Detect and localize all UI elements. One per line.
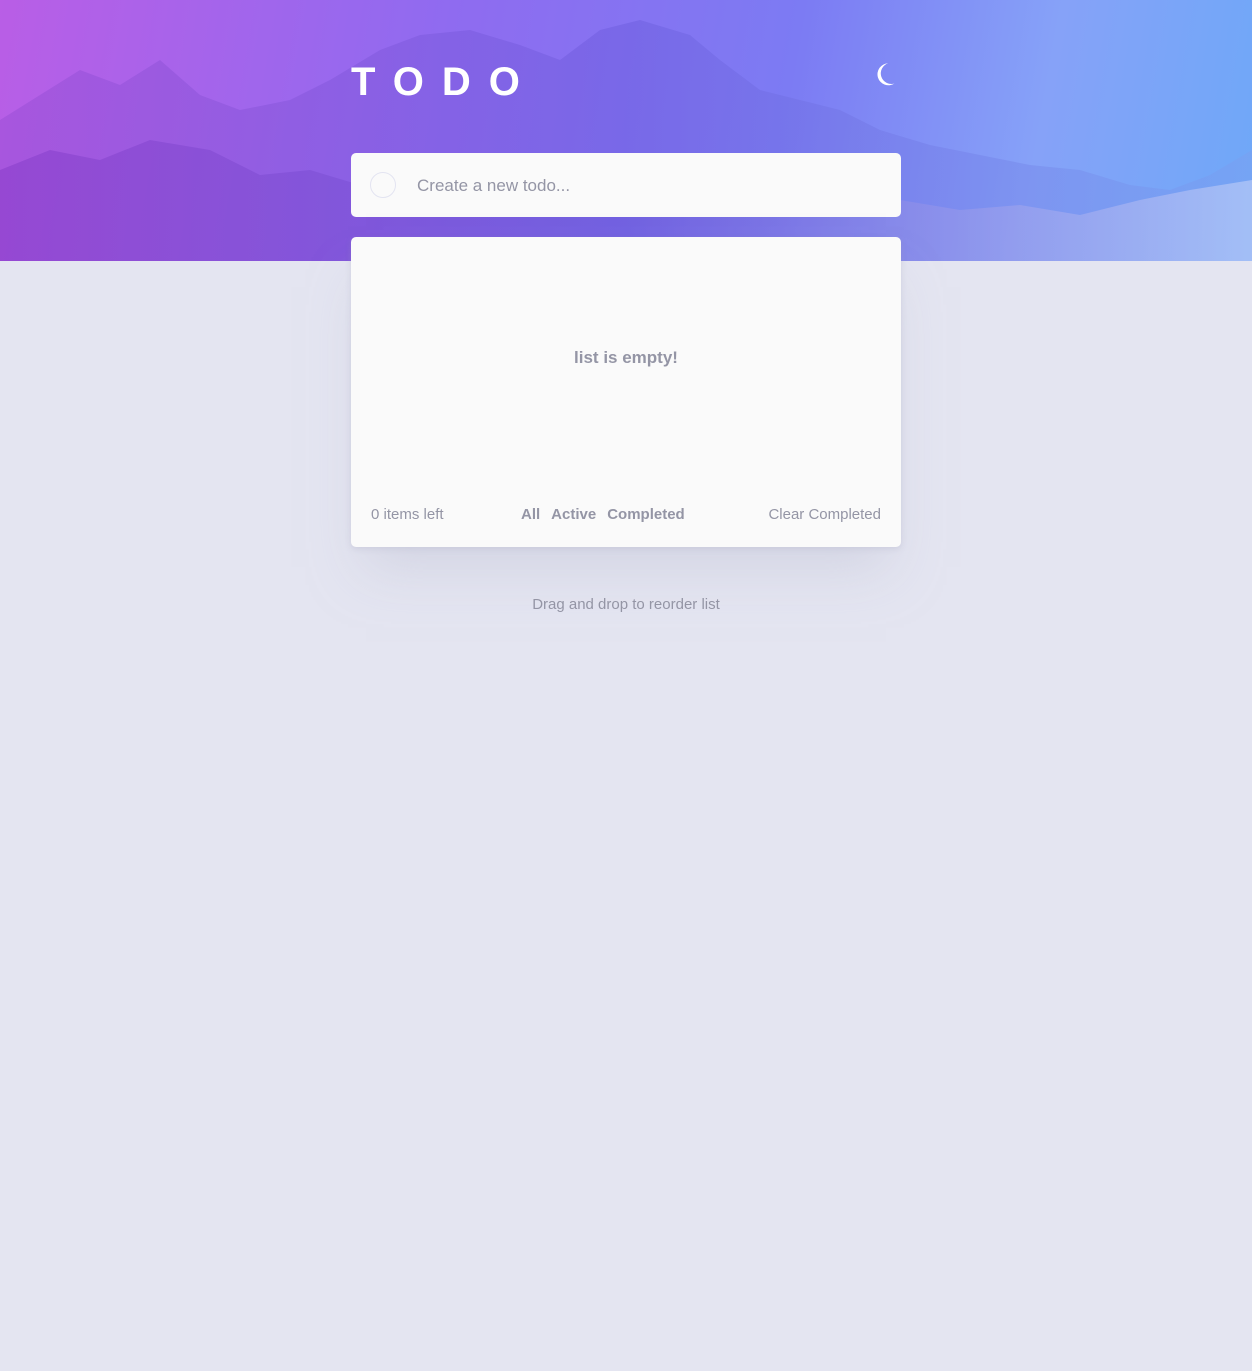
header-background — [0, 0, 1252, 261]
list-footer: 0 items left All Active Completed Clear … — [351, 506, 901, 526]
items-left-count: 0 items left — [371, 506, 444, 523]
drag-drop-hint: Drag and drop to reorder list — [532, 596, 720, 613]
new-todo-check-circle[interactable] — [370, 172, 396, 198]
new-todo-bar — [351, 153, 901, 217]
clear-completed-button[interactable]: Clear Completed — [768, 506, 881, 523]
filter-group: All Active Completed — [521, 506, 685, 523]
filter-completed-button[interactable]: Completed — [607, 506, 685, 523]
new-todo-input[interactable] — [415, 165, 879, 207]
filter-all-button[interactable]: All — [521, 506, 540, 523]
filter-active-button[interactable]: Active — [551, 506, 596, 523]
empty-list-message: list is empty! — [574, 348, 678, 367]
theme-toggle-button[interactable] — [872, 60, 902, 90]
todo-list-card: list is empty! 0 items left All Active C… — [351, 237, 901, 547]
moon-icon — [877, 63, 895, 86]
app-title: TODO — [351, 60, 538, 104]
mountain-background-image — [0, 20, 1252, 261]
